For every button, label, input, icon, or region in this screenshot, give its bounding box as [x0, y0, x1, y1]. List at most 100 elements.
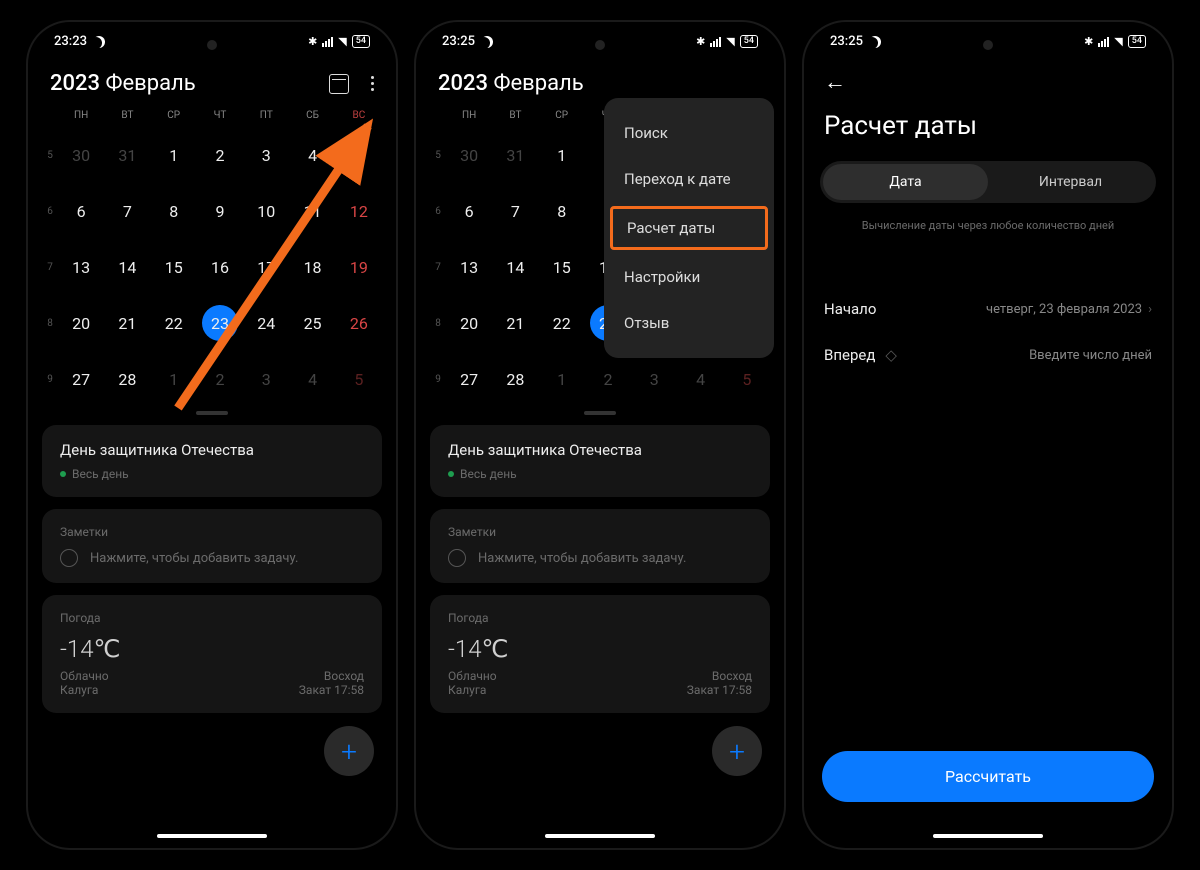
drag-handle-icon[interactable] [584, 411, 616, 415]
day-cell[interactable]: 7 [104, 183, 150, 239]
event-card[interactable]: День защитника Отечества Весь день [42, 425, 382, 497]
event-card[interactable]: День защитника Отечества Весь день [430, 425, 770, 497]
day-cell[interactable]: 27 [58, 351, 104, 407]
day-cell[interactable]: 1 [151, 351, 197, 407]
day-cell[interactable]: 20 [446, 295, 492, 351]
add-fab[interactable]: + [712, 726, 762, 776]
day-cell[interactable]: 12 [336, 183, 382, 239]
add-fab[interactable]: + [324, 726, 374, 776]
day-cell[interactable]: 28 [492, 351, 538, 407]
day-cell[interactable]: 26 [336, 295, 382, 351]
day-cell[interactable]: 4 [289, 351, 335, 407]
day-cell[interactable]: 22 [151, 295, 197, 351]
weather-card[interactable]: Погода -14℃ ОблачноВосход КалугаЗакат 17… [42, 595, 382, 713]
day-cell[interactable]: 13 [446, 239, 492, 295]
day-cell[interactable]: 18 [289, 239, 335, 295]
home-indicator[interactable] [545, 834, 655, 838]
battery-icon: 54 [740, 35, 758, 48]
wifi-icon: ◥ [1114, 35, 1122, 48]
day-cell[interactable]: 31 [104, 127, 150, 183]
chevron-right-icon: › [1148, 302, 1152, 317]
day-cell[interactable]: 25 [289, 295, 335, 351]
menu-date-calc[interactable]: Расчет даты [610, 206, 768, 250]
direction-row[interactable]: Вперед◇ Введите число дней [818, 332, 1158, 378]
day-cell[interactable]: 28 [104, 351, 150, 407]
weather-temp: -14℃ [60, 635, 364, 663]
days-input[interactable]: Введите число дней [1029, 348, 1152, 363]
day-cell[interactable]: 21 [104, 295, 150, 351]
today-icon[interactable] [329, 74, 349, 94]
day-cell[interactable]: 5 [724, 351, 770, 407]
day-cell[interactable]: 10 [243, 183, 289, 239]
drag-handle-icon[interactable] [196, 411, 228, 415]
day-cell[interactable]: 3 [631, 351, 677, 407]
menu-goto-date[interactable]: Переход к дате [604, 156, 774, 202]
dnd-moon-icon [481, 36, 493, 48]
tab-date[interactable]: Дата [823, 164, 988, 200]
home-indicator[interactable] [933, 834, 1043, 838]
day-cell[interactable]: 16 [197, 239, 243, 295]
month-title[interactable]: 2023 Февраль [438, 71, 584, 96]
month-title[interactable]: 2023 Февраль [50, 71, 196, 96]
day-cell[interactable]: 3 [243, 351, 289, 407]
day-cell[interactable]: 2 [197, 351, 243, 407]
sunset-label: Закат 17:58 [687, 683, 752, 697]
day-cell[interactable]: 30 [446, 127, 492, 183]
day-cell[interactable]: 9 [197, 183, 243, 239]
day-cell[interactable]: 6 [446, 183, 492, 239]
day-cell[interactable]: 14 [492, 239, 538, 295]
day-cell[interactable]: 13 [58, 239, 104, 295]
day-cell[interactable]: 8 [151, 183, 197, 239]
task-checkbox-icon[interactable] [448, 549, 466, 567]
menu-feedback[interactable]: Отзыв [604, 300, 774, 346]
day-cell[interactable]: 2 [197, 127, 243, 183]
day-cell[interactable]: 31 [492, 127, 538, 183]
task-checkbox-icon[interactable] [60, 549, 78, 567]
day-cell[interactable]: 23 [197, 295, 243, 351]
start-date-row[interactable]: Начало четверг, 23 февраля 2023› [818, 286, 1158, 332]
notes-card[interactable]: Заметки Нажмите, чтобы добавить задачу. [430, 509, 770, 583]
calculate-button[interactable]: Рассчитать [822, 751, 1154, 802]
day-cell[interactable]: 14 [104, 239, 150, 295]
day-cell[interactable]: 1 [151, 127, 197, 183]
day-cell[interactable]: 11 [289, 183, 335, 239]
event-dot-icon [448, 471, 454, 477]
notes-card[interactable]: Заметки Нажмите, чтобы добавить задачу. [42, 509, 382, 583]
week-number: 6 [42, 183, 58, 239]
day-cell[interactable]: 5 [336, 351, 382, 407]
event-all-day: Весь день [460, 467, 517, 481]
day-cell[interactable]: 22 [539, 295, 585, 351]
home-indicator[interactable] [157, 834, 267, 838]
notes-title: Заметки [60, 525, 364, 539]
day-cell[interactable]: 15 [539, 239, 585, 295]
day-cell[interactable]: 7 [492, 183, 538, 239]
day-cell[interactable]: 17 [243, 239, 289, 295]
calendar-grid[interactable]: 5303112345667891011127131415161718198202… [42, 127, 382, 407]
day-cell[interactable]: 24 [243, 295, 289, 351]
day-cell[interactable]: 19 [336, 239, 382, 295]
dnd-moon-icon [93, 36, 105, 48]
day-cell[interactable]: 4 [677, 351, 723, 407]
day-cell[interactable]: 8 [539, 183, 585, 239]
day-cell[interactable]: 15 [151, 239, 197, 295]
back-arrow-icon[interactable]: ← [818, 61, 1158, 103]
day-cell[interactable]: 3 [243, 127, 289, 183]
day-cell[interactable]: 20 [58, 295, 104, 351]
week-number: 8 [430, 295, 446, 351]
menu-search[interactable]: Поиск [604, 110, 774, 156]
day-cell[interactable]: 2 [585, 351, 631, 407]
day-cell[interactable]: 30 [58, 127, 104, 183]
menu-settings[interactable]: Настройки [604, 254, 774, 300]
day-cell[interactable]: 21 [492, 295, 538, 351]
tab-interval[interactable]: Интервал [988, 164, 1153, 200]
day-cell[interactable]: 27 [446, 351, 492, 407]
signal-icon [1098, 37, 1109, 47]
day-cell[interactable]: 6 [58, 183, 104, 239]
day-cell[interactable]: 1 [539, 351, 585, 407]
day-cell[interactable]: 4 [289, 127, 335, 183]
day-cell[interactable]: 1 [539, 127, 585, 183]
day-cell[interactable]: 5 [336, 127, 382, 183]
more-menu-icon[interactable] [371, 76, 374, 91]
statusbar: 23:25 ✱ ◥ 54 [416, 22, 784, 55]
weather-card[interactable]: Погода -14℃ ОблачноВосход КалугаЗакат 17… [430, 595, 770, 713]
